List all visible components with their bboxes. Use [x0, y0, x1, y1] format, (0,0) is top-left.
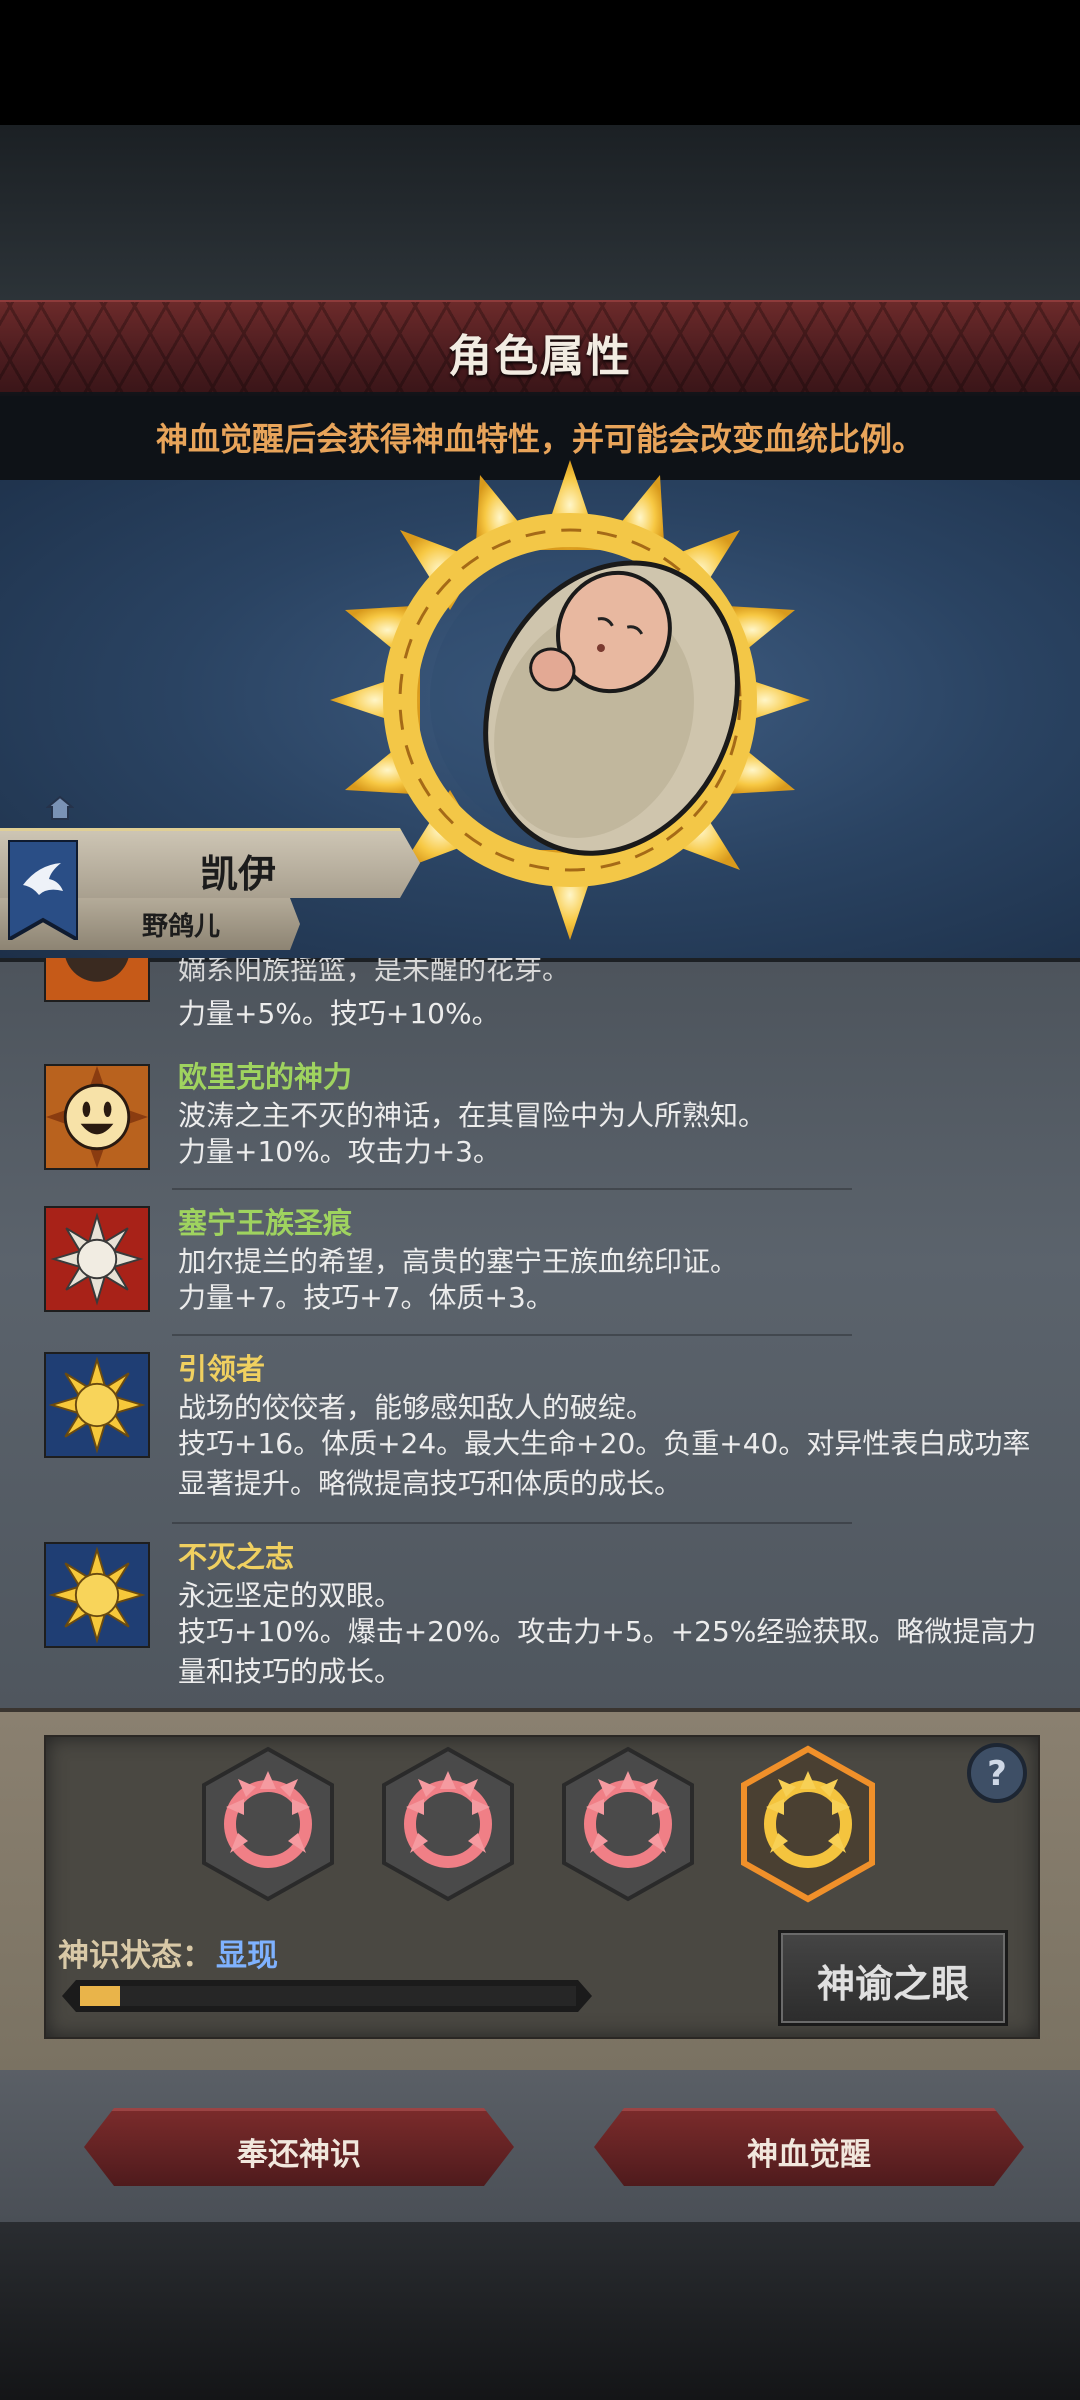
divine-sigil-slot-icon[interactable] [378, 1745, 518, 1903]
trait-stats: 技巧+16。体质+24。最大生命+20。负重+40。对异性表白成功率显著提升。略… [178, 1427, 1031, 1500]
dove-banner-icon [8, 840, 78, 940]
trait-name: 欧里克的神力 [178, 1060, 353, 1094]
divider [172, 1188, 852, 1190]
divider [172, 1522, 852, 1524]
title-banner: 角色属性 [0, 300, 1080, 396]
divine-sigil-slot-icon[interactable] [558, 1745, 698, 1903]
trait-desc: 永远坚定的双眼。 [178, 1579, 403, 1612]
trait-name: 不灭之志 [178, 1540, 295, 1574]
golden-sun-icon [44, 1542, 150, 1648]
divine-sigil-active-icon[interactable] [738, 1745, 878, 1903]
character-title: 野鸽儿 [142, 912, 221, 942]
divine-progress-bar [80, 1986, 576, 2006]
trait-item: 嫡系阳族摇篮，是未醒的花芽。 力量+5%。技巧+10%。 [0, 958, 1080, 1030]
header-backdrop [0, 125, 1080, 300]
divine-progress-fill [80, 1986, 120, 2006]
svg-text:?: ? [987, 1754, 1007, 1794]
character-name: 凯伊 [200, 852, 277, 896]
blood-awaken-button[interactable]: 神血觉醒 [594, 2108, 1024, 2186]
trait-desc: 加尔提兰的希望，高贵的塞宁王族血统印证。 [178, 1245, 739, 1278]
trait-desc: 战场的佼佼者，能够感知敌人的破绽。 [178, 1391, 655, 1424]
oracle-eye-label: 神谕之眼 [816, 1962, 969, 2006]
page-title: 角色属性 [448, 331, 632, 382]
trait-stats: 力量+7。技巧+7。体质+3。 [178, 1281, 554, 1314]
home-icon [46, 795, 74, 820]
divine-sigil-slot-icon[interactable] [198, 1745, 338, 1903]
trait-name: 引领者 [178, 1352, 266, 1386]
trait-stats: 技巧+10%。爆击+20%。攻击力+5。+25%经验获取。略微提高力量和技巧的成… [178, 1615, 1037, 1688]
sun-face-icon [44, 958, 150, 1002]
trait-name: 塞宁王族圣痕 [178, 1206, 353, 1240]
blood-awaken-label: 神血觉醒 [747, 2137, 871, 2173]
question-icon[interactable]: ? [966, 1742, 1028, 1804]
navigation-area [0, 2222, 1080, 2400]
divider [172, 1334, 852, 1336]
trait-stats: 力量+5%。技巧+10%。 [178, 997, 500, 1030]
return-divine-label: 奉还神识 [237, 2137, 361, 2173]
golden-sun-icon [44, 1352, 150, 1458]
divine-state-value: 显现 [216, 1938, 278, 1974]
return-divine-button[interactable]: 奉还神识 [84, 2108, 514, 2186]
trait-desc: 波涛之主不灭的神话，在其冒险中为人所熟知。 [178, 1099, 767, 1132]
oracle-eye-button[interactable]: 神谕之眼 [778, 1930, 1008, 2026]
status-bar-area [0, 0, 1080, 125]
white-sun-icon [44, 1206, 150, 1312]
trait-desc: 嫡系阳族摇篮，是未醒的花芽。 [178, 958, 571, 986]
smiling-sun-icon [44, 1064, 150, 1170]
divine-state-label: 神识状态： [58, 1938, 213, 1974]
trait-stats: 力量+10%。攻击力+3。 [178, 1135, 501, 1168]
